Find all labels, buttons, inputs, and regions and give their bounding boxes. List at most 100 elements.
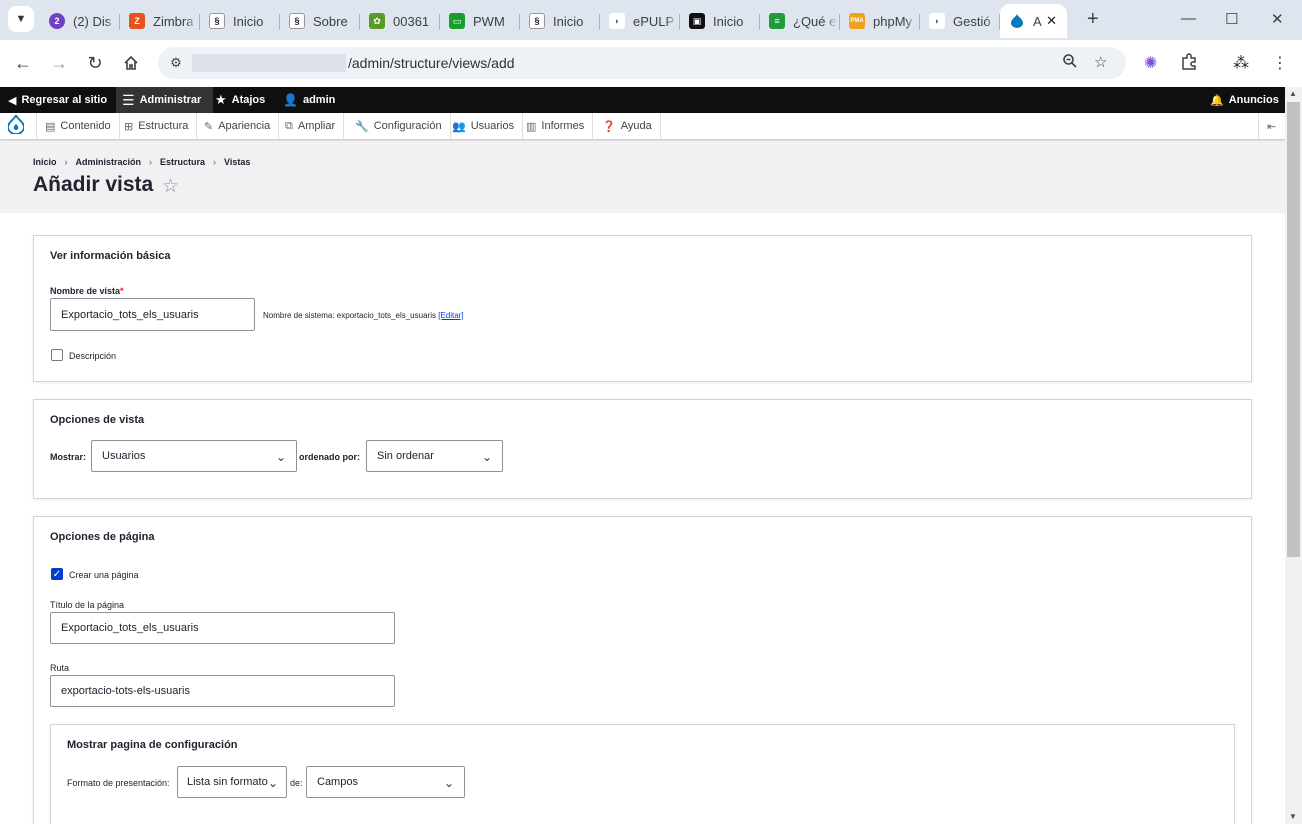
drupal-logo-icon xyxy=(7,114,25,137)
page-scrollbar[interactable]: ▲ ▼ xyxy=(1285,87,1302,824)
zoom-icon[interactable] xyxy=(1062,53,1078,73)
browser-menu-icon[interactable]: ⋮ xyxy=(1272,53,1288,73)
shortcut-star-icon[interactable]: ☆ xyxy=(162,175,179,198)
breadcrumb-link-home[interactable]: Inicio xyxy=(33,157,57,167)
required-mark: * xyxy=(120,286,124,296)
extensions-icon[interactable] xyxy=(1180,53,1198,76)
wrench-icon: 🔧 xyxy=(355,120,369,133)
basic-info-legend: Ver información básica xyxy=(50,250,171,262)
browser-tab[interactable]: ▣ Inicio xyxy=(680,4,760,38)
back-arrow-icon[interactable]: ← xyxy=(11,51,35,75)
scrollbar-thumb[interactable] xyxy=(1287,102,1300,557)
browser-tab[interactable]: ◗ Gestió xyxy=(920,4,1000,38)
format-select-value: Lista sin formato xyxy=(187,776,268,788)
browser-tab[interactable]: ≡ ¿Qué e xyxy=(760,4,840,38)
machine-name-value: Nombre de sistema: exportacio_tots_els_u… xyxy=(263,311,436,320)
browser-tab[interactable]: § Sobre xyxy=(280,4,360,38)
tab-favicon-icon: ▣ xyxy=(689,13,705,29)
browser-tab-active[interactable]: Añadir ✕ xyxy=(1000,4,1067,38)
tray-item-reports[interactable]: ▥ Informes xyxy=(518,113,594,139)
of-select-value: Campos xyxy=(317,776,358,788)
description-checkbox[interactable] xyxy=(51,349,63,361)
tray-orientation-toggle[interactable]: ⇤ xyxy=(1258,113,1284,139)
tray-item-content[interactable]: ▤ Contenido xyxy=(37,113,120,139)
browser-tab[interactable]: 2 (2) Dis xyxy=(40,4,120,38)
extension-puzzle-color-icon[interactable]: ✺ xyxy=(1144,53,1157,73)
bar-chart-icon: ▥ xyxy=(526,120,537,133)
back-circle-icon: ◀ xyxy=(8,94,17,107)
url-path: /admin/structure/views/add xyxy=(348,55,515,71)
breadcrumb-separator: › xyxy=(64,157,68,167)
browser-tab[interactable]: § Inicio xyxy=(200,4,280,38)
scroll-down-icon[interactable]: ▼ xyxy=(1289,812,1297,821)
drupal-home-link[interactable] xyxy=(0,113,37,139)
browser-tab[interactable]: PMA phpMy xyxy=(840,4,920,38)
shortcuts-label: Atajos xyxy=(231,94,266,106)
tab-favicon-icon: § xyxy=(289,13,305,29)
format-select[interactable]: Lista sin formato ⌄ xyxy=(177,766,287,798)
forward-arrow-icon[interactable]: → xyxy=(47,51,71,75)
chevron-down-icon: ⌄ xyxy=(481,450,492,464)
maximize-window-button[interactable]: ☐ xyxy=(1225,10,1238,28)
browser-tab[interactable]: Z Zimbra xyxy=(120,4,200,38)
view-name-input[interactable]: Exportacio_tots_els_usuaris xyxy=(50,298,255,331)
tab-label: (2) Dis xyxy=(73,13,112,29)
tray-item-label: Contenido xyxy=(60,120,111,132)
back-to-site-link[interactable]: ◀ Regresar al sitio xyxy=(8,87,107,113)
tab-favicon-icon: 2 xyxy=(49,13,65,29)
tray-item-people[interactable]: 👥 Usuarios xyxy=(444,113,524,139)
scroll-up-icon[interactable]: ▲ xyxy=(1289,89,1297,98)
of-label: de: xyxy=(290,778,303,788)
profile-avatar-icon[interactable]: ⁂ xyxy=(1233,53,1249,73)
chevron-down-icon: ⌄ xyxy=(267,776,278,790)
tab-label: Zimbra xyxy=(153,13,194,29)
bookmark-star-icon[interactable]: ☆ xyxy=(1094,53,1107,71)
breadcrumb-link-admin[interactable]: Administración xyxy=(76,157,142,167)
reload-icon[interactable]: ↻ xyxy=(83,51,107,75)
tab-label: Añadir xyxy=(1033,13,1043,29)
home-icon[interactable] xyxy=(119,51,143,75)
view-options-legend: Opciones de vista xyxy=(50,414,145,426)
user-tab[interactable]: 👤 admin xyxy=(283,87,335,113)
user-label: admin xyxy=(302,94,336,106)
sort-select-value: Sin ordenar xyxy=(377,450,434,462)
close-tab-icon[interactable]: ✕ xyxy=(1046,13,1057,29)
browser-tab[interactable]: ▭ PWM xyxy=(440,4,520,38)
tab-favicon-icon: § xyxy=(529,13,545,29)
browser-tab[interactable]: § Inicio xyxy=(520,4,600,38)
structure-icon: ⊞ xyxy=(124,120,134,133)
announcements-tab[interactable]: 🔔 Anuncios xyxy=(1210,87,1279,113)
tab-list: 2 (2) Dis Z Zimbra § Inicio § Sobre ✿ 00361 ▭… xyxy=(40,4,1067,38)
tray-item-configuration[interactable]: 🔧 Configuración xyxy=(347,113,451,139)
shortcuts-tab[interactable]: ★ Atajos xyxy=(215,87,265,113)
breadcrumb-link-views[interactable]: Vistas xyxy=(224,157,250,167)
manage-tab[interactable]: ☰ Administrar xyxy=(116,87,214,113)
show-select[interactable]: Usuarios ⌄ xyxy=(91,440,297,472)
tray-item-structure[interactable]: ⊞ Estructura xyxy=(116,113,198,139)
breadcrumb-separator: › xyxy=(149,157,153,167)
tray-item-help[interactable]: ❓ Ayuda xyxy=(594,113,661,139)
browser-tab[interactable]: ✿ 00361 xyxy=(360,4,440,38)
collapse-sidebar-icon: ⇤ xyxy=(1267,120,1277,133)
sort-select[interactable]: Sin ordenar ⌄ xyxy=(366,440,503,472)
tab-favicon-icon: ✿ xyxy=(369,13,385,29)
tray-item-appearance[interactable]: ✎ Apariencia xyxy=(196,113,280,139)
minimize-window-button[interactable]: — xyxy=(1181,10,1196,27)
page-title-input[interactable]: Exportacio_tots_els_usuaris xyxy=(50,612,395,644)
create-page-checkbox[interactable]: ✓ xyxy=(51,568,63,580)
site-settings-icon[interactable]: ⚙ xyxy=(166,53,186,73)
new-tab-button[interactable]: + xyxy=(1087,8,1099,30)
of-select[interactable]: Campos ⌄ xyxy=(306,766,465,798)
tab-search-button[interactable]: ▼ xyxy=(8,6,34,32)
announcements-label: Anuncios xyxy=(1228,94,1279,106)
display-settings-fieldset: Mostrar pagina de configuración Formato … xyxy=(50,724,1235,824)
edit-machine-name-link[interactable]: [Editar] xyxy=(438,311,463,320)
tray-item-label: Usuarios xyxy=(470,120,515,132)
breadcrumb-link-structure[interactable]: Estructura xyxy=(160,157,205,167)
browser-tab[interactable]: ◗ ePULP xyxy=(600,4,680,38)
address-bar[interactable]: ⚙ /admin/structure/views/add ☆ xyxy=(158,47,1126,79)
tray-item-label: Estructura xyxy=(138,120,189,132)
path-input[interactable]: exportacio-tots-els-usuaris xyxy=(50,675,395,707)
close-window-button[interactable]: ✕ xyxy=(1271,10,1284,28)
tray-item-extend[interactable]: ⧉ Ampliar xyxy=(277,113,345,139)
